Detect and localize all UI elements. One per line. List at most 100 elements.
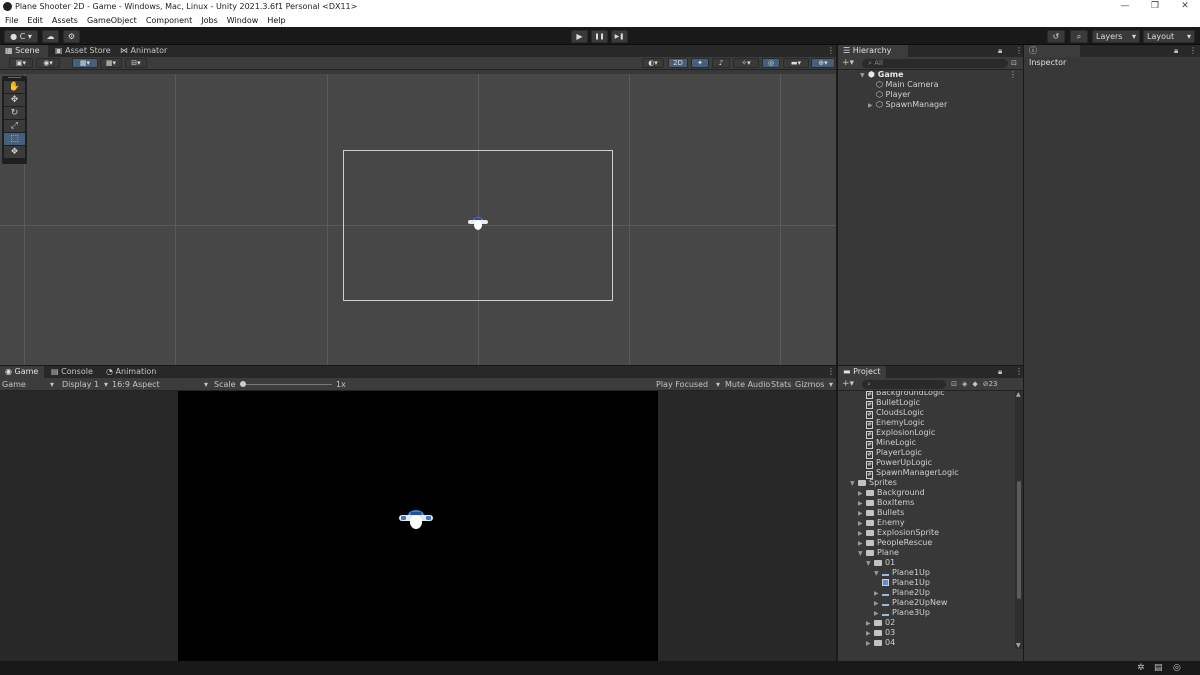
- lock-icon[interactable]: 🔒︎: [998, 45, 1002, 57]
- snap-dropdown[interactable]: ▦▾: [100, 58, 122, 68]
- chevron-right-icon[interactable]: ▶: [858, 520, 866, 527]
- scale-tool-icon[interactable]: ⤢: [4, 120, 25, 132]
- display-dropdown[interactable]: Display 1 ▾: [62, 380, 108, 389]
- tab-inspector[interactable]: ⓘ Inspector: [1024, 45, 1080, 67]
- increment-snap-dropdown[interactable]: ⊟▾: [125, 58, 147, 68]
- mute-audio-toggle[interactable]: Mute Audio: [725, 380, 770, 389]
- project-item[interactable]: ▶ BoxItems: [858, 498, 914, 507]
- hierarchy-item-spawn-manager[interactable]: ▶ ⬡ SpawnManager: [868, 100, 947, 109]
- project-item[interactable]: ▶ Plane2Up: [874, 588, 930, 597]
- layout-dropdown[interactable]: Layout ▾: [1143, 30, 1195, 43]
- game-render[interactable]: [178, 391, 658, 661]
- menu-gameobject[interactable]: GameObject: [87, 14, 137, 27]
- project-item[interactable]: ▶ 03: [866, 628, 895, 637]
- chevron-right-icon[interactable]: ▶: [858, 500, 866, 507]
- project-item[interactable]: ▶ Bullets: [858, 508, 904, 517]
- search-by-label-icon[interactable]: ◈: [962, 380, 967, 388]
- chevron-down-icon[interactable]: ▼: [850, 480, 858, 487]
- menu-component[interactable]: Component: [146, 14, 192, 27]
- add-icon[interactable]: +▾: [842, 379, 854, 389]
- favorite-icon[interactable]: ◆: [972, 380, 977, 388]
- rotate-tool-icon[interactable]: ↻: [4, 107, 25, 119]
- grid-snap-dropdown[interactable]: ▦▾: [72, 58, 98, 68]
- orientation-dropdown[interactable]: ◐▾: [642, 58, 664, 68]
- camera-dropdown[interactable]: ▬▾: [783, 58, 809, 68]
- search-by-type-icon[interactable]: ⊡: [951, 380, 957, 388]
- gizmos-dropdown[interactable]: Gizmos ▾: [795, 380, 833, 389]
- cache-icon[interactable]: ▤: [1154, 663, 1163, 673]
- menu-help[interactable]: Help: [267, 14, 285, 27]
- player-plane-sprite[interactable]: [467, 214, 489, 232]
- scale-slider-handle[interactable]: [240, 381, 246, 387]
- gizmos-dropdown[interactable]: ⊕▾: [811, 58, 835, 68]
- scroll-down-icon[interactable]: ▼: [1016, 642, 1021, 649]
- chevron-right-icon[interactable]: ▶: [858, 510, 866, 517]
- project-item[interactable]: ▶ Enemy: [858, 518, 905, 527]
- chevron-right-icon[interactable]: ▶: [866, 620, 874, 627]
- bug-icon[interactable]: ✲: [1137, 663, 1145, 673]
- project-item[interactable]: ▶ ExplosionSprite: [858, 528, 939, 537]
- mode-2d-button[interactable]: 2D: [668, 58, 688, 68]
- aspect-dropdown[interactable]: 16:9 Aspect ▾: [112, 380, 210, 389]
- project-item[interactable]: ▶ Plane3Up: [874, 608, 930, 617]
- hierarchy-search-input[interactable]: ⌕ All: [862, 58, 1009, 68]
- chevron-right-icon[interactable]: ▶: [858, 490, 866, 497]
- project-item[interactable]: Plane1Up: [882, 578, 930, 587]
- scroll-up-icon[interactable]: ▲: [1016, 391, 1021, 398]
- project-item[interactable]: ▼ 01: [866, 558, 895, 567]
- audio-icon[interactable]: ♪: [712, 58, 730, 68]
- project-item[interactable]: ▶ PeopleRescue: [858, 538, 932, 547]
- menu-window[interactable]: Window: [227, 14, 259, 27]
- stats-toggle[interactable]: Stats: [771, 380, 791, 389]
- project-menu-icon[interactable]: ⋮: [1010, 366, 1028, 378]
- collab-icon[interactable]: ⚙: [63, 30, 80, 43]
- chevron-down-icon[interactable]: ▼: [858, 550, 866, 557]
- filter-icon[interactable]: ⊡: [1011, 59, 1017, 67]
- chevron-right-icon[interactable]: ▶: [858, 530, 866, 537]
- maximize-button[interactable]: ❐: [1140, 0, 1170, 14]
- menu-file[interactable]: File: [5, 14, 18, 27]
- history-icon[interactable]: ↺: [1047, 30, 1065, 43]
- rect-tool-icon[interactable]: ⬚: [4, 133, 25, 145]
- draw-mode-dropdown[interactable]: ▣▾: [9, 58, 33, 68]
- close-button[interactable]: ✕: [1170, 0, 1200, 14]
- tab-console[interactable]: ▤ Console: [46, 366, 98, 378]
- lighting-icon[interactable]: ◎: [1173, 663, 1181, 673]
- palette-grip[interactable]: [8, 77, 21, 80]
- chevron-right-icon[interactable]: ▶: [874, 590, 882, 597]
- add-icon[interactable]: +▾: [842, 58, 854, 68]
- lighting-icon[interactable]: ✦: [691, 58, 709, 68]
- hierarchy-item-main-camera[interactable]: ⬡ Main Camera: [876, 80, 939, 89]
- step-button[interactable]: ▶❚: [611, 30, 628, 43]
- inspector-menu-icon[interactable]: ⋮: [1184, 45, 1200, 57]
- menu-assets[interactable]: Assets: [52, 14, 78, 27]
- shading-dropdown[interactable]: ◉▾: [36, 58, 60, 68]
- menu-jobs[interactable]: Jobs: [201, 14, 218, 27]
- play-button[interactable]: ▶: [571, 30, 588, 43]
- pause-button[interactable]: ❚❚: [591, 30, 608, 43]
- scale-slider-track[interactable]: [240, 381, 332, 387]
- project-item[interactable]: ▶ Plane2UpNew: [874, 598, 947, 607]
- project-item[interactable]: ▶ 04: [866, 638, 895, 647]
- project-item[interactable]: ▼ Sprites: [850, 478, 897, 487]
- project-item[interactable]: ▼ Plane: [858, 548, 899, 557]
- scrollbar-thumb[interactable]: [1017, 481, 1021, 599]
- menu-edit[interactable]: Edit: [27, 14, 43, 27]
- tab-scene[interactable]: ▦ Scene: [0, 45, 48, 57]
- hierarchy-item-game[interactable]: ▼ ⬢ Game: [860, 70, 904, 79]
- hierarchy-item-player[interactable]: ⬡ Player: [876, 90, 910, 99]
- tab-hierarchy[interactable]: ☰ Hierarchy: [838, 45, 908, 57]
- chevron-right-icon[interactable]: ▶: [874, 600, 882, 607]
- chevron-right-icon[interactable]: ▶: [874, 610, 882, 617]
- hand-tool-icon[interactable]: ✋: [4, 81, 25, 93]
- project-search-input[interactable]: ⌕: [862, 379, 947, 389]
- minimize-button[interactable]: —: [1110, 0, 1140, 14]
- game-mode-dropdown[interactable]: Game ▾: [2, 380, 56, 389]
- tab-asset-store[interactable]: ▣ Asset Store: [50, 45, 116, 57]
- project-item[interactable]: ▼ Plane1Up: [874, 568, 930, 577]
- effects-dropdown[interactable]: ✧▾: [733, 58, 759, 68]
- project-item[interactable]: ▶ Background: [858, 488, 925, 497]
- chevron-down-icon[interactable]: ▼: [874, 570, 882, 577]
- lock-icon[interactable]: 🔒︎: [1174, 45, 1178, 57]
- chevron-right-icon[interactable]: ▶: [866, 640, 874, 647]
